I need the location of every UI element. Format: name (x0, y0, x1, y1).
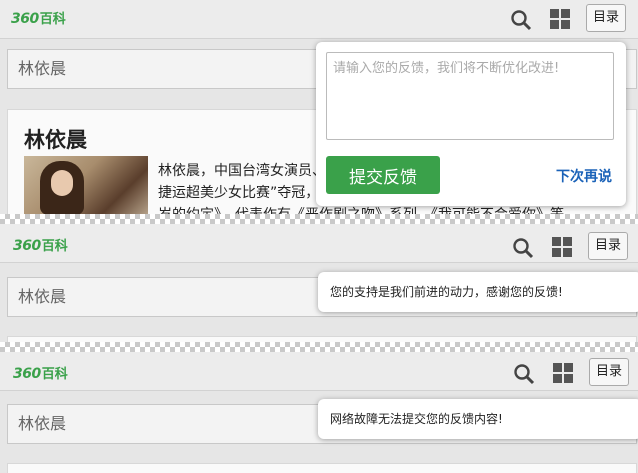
logo[interactable]: 360百科 (13, 238, 68, 255)
article-title: 林依晨 (24, 128, 87, 152)
success-toast: 您的支持是我们前进的动力，感谢您的反馈! (318, 272, 638, 312)
submit-feedback-button[interactable]: 提交反馈 (326, 156, 440, 194)
top-bar: 360百科 目录 (0, 352, 638, 391)
divider (0, 214, 638, 224)
directory-button[interactable]: 目录 (586, 4, 626, 32)
article-card (7, 463, 637, 473)
directory-button[interactable]: 目录 (589, 358, 629, 386)
later-link[interactable]: 下次再说 (556, 166, 612, 186)
error-state-panel: 360百科 目录 林依晨 网络故障无法提交您的反馈内容! (0, 352, 638, 473)
directory-button[interactable]: 目录 (588, 232, 628, 260)
logo-text: 百科 (39, 12, 66, 27)
search-icon[interactable] (510, 9, 532, 31)
logo-number: 360 (13, 366, 41, 382)
search-icon[interactable] (513, 363, 535, 385)
logo-text: 百科 (41, 367, 68, 382)
top-bar: 360百科 目录 (0, 224, 638, 263)
logo[interactable]: 360百科 (11, 11, 66, 28)
logo-number: 360 (11, 11, 39, 27)
success-state-panel: 360百科 目录 林依晨 您的支持是我们前进的动力，感谢您的反馈! (0, 224, 638, 342)
feedback-dialog: 提交反馈 下次再说 (316, 42, 626, 206)
divider (0, 342, 638, 352)
logo-text: 百科 (41, 239, 68, 254)
feedback-state-panel: 360百科 目录 林依晨 林依晨 林依晨，中国台湾女演员、 捷运超美少女比赛”夺… (0, 0, 638, 214)
error-toast: 网络故障无法提交您的反馈内容! (318, 399, 638, 439)
search-icon[interactable] (512, 237, 534, 259)
logo[interactable]: 360百科 (13, 366, 68, 383)
feedback-textarea[interactable] (326, 52, 614, 140)
top-bar: 360百科 目录 (0, 0, 638, 39)
article-photo[interactable] (24, 156, 148, 214)
apps-grid-icon[interactable] (552, 237, 573, 258)
apps-grid-icon[interactable] (550, 9, 571, 30)
logo-number: 360 (13, 238, 41, 254)
apps-grid-icon[interactable] (553, 363, 574, 384)
